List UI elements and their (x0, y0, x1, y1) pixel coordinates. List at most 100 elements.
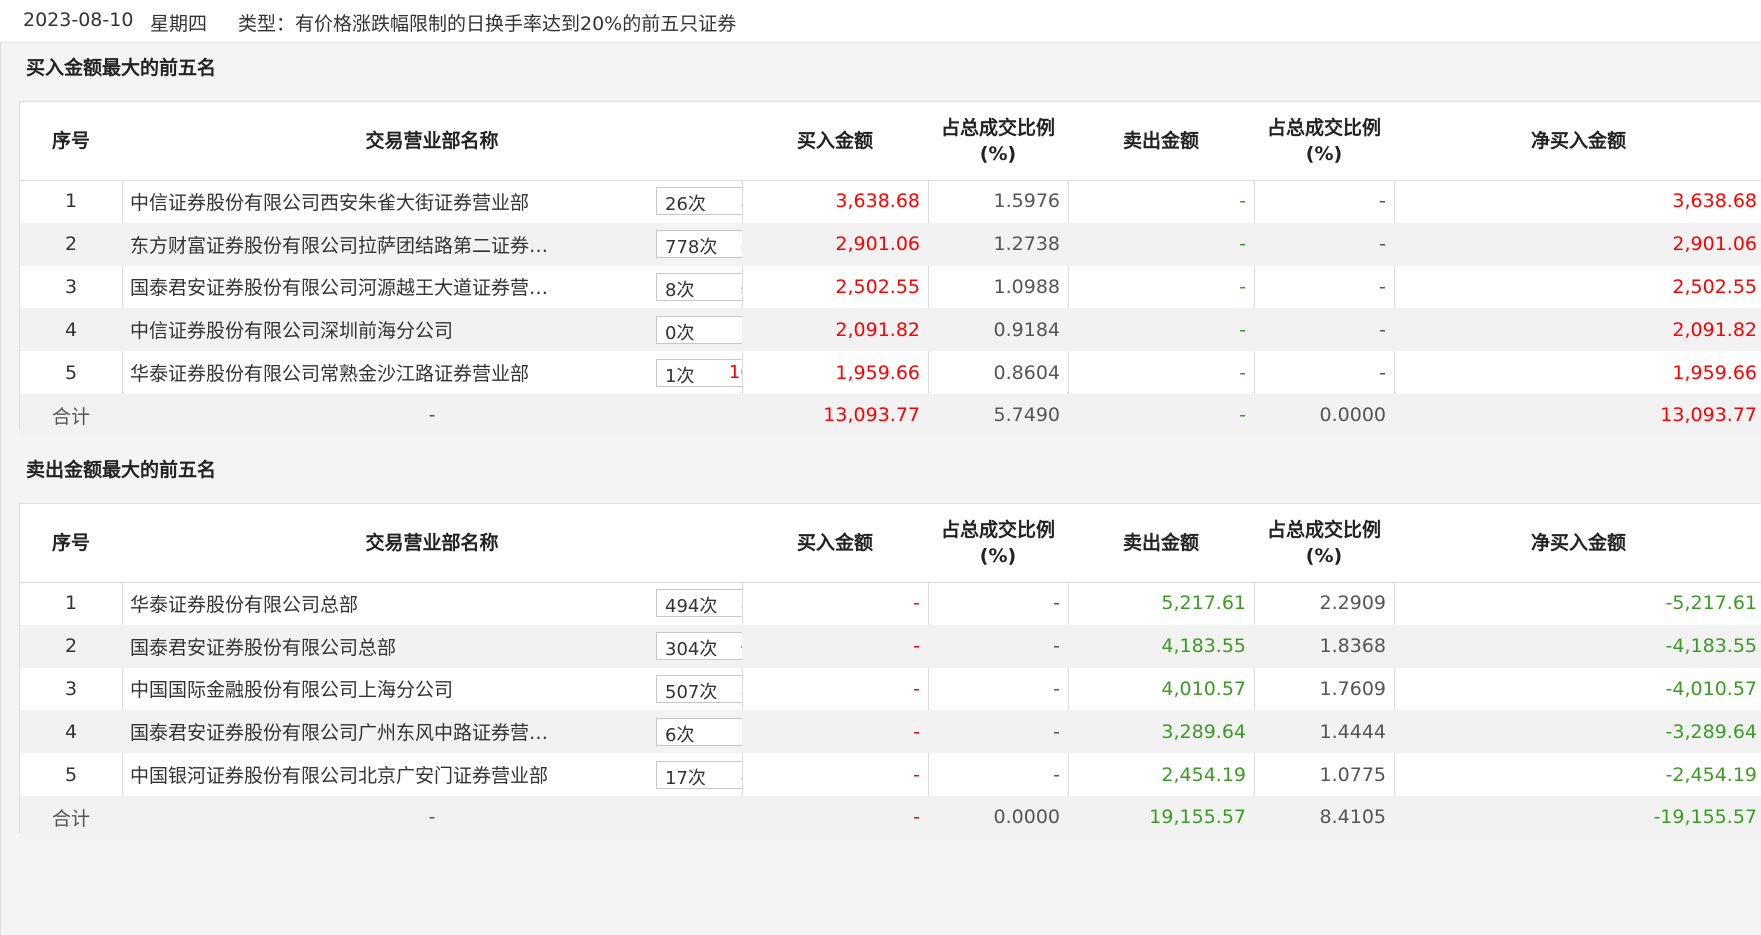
appearance-count: 1次 (665, 365, 695, 387)
column-header-sell-amount[interactable]: 卖出金额 (1068, 504, 1254, 582)
sell-amount: 5,217.61 (1161, 592, 1246, 615)
table-row[interactable]: 4 中信证券股份有限公司深圳前海分公司 0次- 2,091.82 0.9184 - - 2,0… (20, 308, 1761, 352)
sell-amount: - (1239, 318, 1246, 341)
sell-ratio: - (1379, 275, 1386, 298)
branch-name-cell: 华泰证券股份有限公司总部 494次39.07% (122, 582, 742, 625)
branch-name-link[interactable]: 中信证券股份有限公司西安朱雀大街证券营业部 (130, 188, 560, 215)
buy-ratio: - (1053, 763, 1060, 786)
column-header-net-buy[interactable]: 净买入金额 (1394, 102, 1761, 180)
row-index: 3 (64, 677, 78, 700)
buy-amount: 3,638.68 (835, 190, 920, 213)
branch-name-link[interactable]: 中国银河证券股份有限公司北京广安门证券营业部 (130, 761, 560, 788)
sell-section-title: 卖出金额最大的前五名 (26, 459, 217, 481)
branch-history-dropdown[interactable]: 6次16.67% (656, 717, 742, 746)
column-header-index[interactable]: 序号 (20, 504, 122, 582)
sell-ratio: - (1379, 233, 1386, 256)
column-header-buy-amount[interactable]: 买入金额 (742, 504, 928, 582)
branch-history-dropdown[interactable]: 8次87.50% (656, 272, 742, 301)
branch-name-cell: 国泰君安证券股份有限公司广州东风中路证券营业部 6次16.67% (122, 710, 742, 753)
table-row[interactable]: 3 国泰君安证券股份有限公司河源越王大道证券营业部 8次87.50% 2,502.55… (20, 266, 1761, 309)
buy-ratio: 0.9184 (993, 318, 1060, 341)
branch-history-dropdown[interactable]: 778次32.78% (656, 230, 742, 259)
row-index: 5 (64, 361, 78, 384)
table-row[interactable]: 3中国国际金融股份有限公司上海分公司507次38.46%--4,010.571.… (20, 668, 1761, 711)
sell-top5-table: 序号 交易营业部名称 买入金额 占总成交比例(%) 卖出金额 占总成交比例(%) 净买入金额… (19, 503, 1761, 839)
sell-ratio: - (1379, 318, 1386, 341)
net-buy-amount: 2,091.82 (1672, 318, 1757, 341)
appearance-count: 8次 (665, 279, 695, 301)
sell-ratio: 1.8368 (1319, 635, 1386, 658)
total-sell-ratio: 8.4105 (1319, 806, 1386, 829)
row-index: 2 (64, 233, 78, 256)
total-sell-amount: - (1239, 404, 1246, 427)
row-index: 1 (64, 592, 78, 615)
total-branch-name: - (428, 806, 436, 829)
table-row[interactable]: 1 中信证券股份有限公司西安朱雀大街证券营业部 26次53.85% 3,638.68 1… (20, 180, 1761, 223)
branch-name-cell: 中信证券股份有限公司深圳前海分公司 0次- (122, 308, 742, 351)
branch-history-dropdown[interactable]: 0次- (656, 315, 742, 344)
total-sell-ratio: 0.0000 (1319, 404, 1386, 427)
buy-ratio: - (1053, 720, 1060, 743)
total-label: 合计 (51, 807, 90, 830)
table-row[interactable]: 4国泰君安证券股份有限公司广州东风中路证券营业部6次16.67%--3,289.… (20, 710, 1761, 754)
branch-history-dropdown[interactable]: 1次 100.00% (656, 358, 742, 387)
total-buy-ratio: 0.0000 (993, 806, 1060, 829)
buy-amount: - (913, 592, 920, 615)
column-header-index[interactable]: 序号 (20, 102, 122, 180)
table-row[interactable]: 2 东方财富证券股份有限公司拉萨团结路第二证券营业部 778次32.78% 2,901… (20, 222, 1761, 266)
branch-name-link[interactable]: 中国国际金融股份有限公司上海分公司 (130, 675, 560, 702)
total-net-buy: -19,155.57 (1653, 806, 1757, 829)
sell-amount: 4,010.57 (1161, 677, 1246, 700)
branch-name-link[interactable]: 国泰君安证券股份有限公司广州东风中路证券营业部 (130, 718, 560, 745)
column-header-sell-ratio[interactable]: 占总成交比例(%) (1254, 102, 1394, 180)
buy-amount: - (913, 763, 920, 786)
column-header-net-buy[interactable]: 净买入金额 (1394, 504, 1761, 582)
buy-ratio: - (1053, 635, 1060, 658)
table-row[interactable]: 1华泰证券股份有限公司总部494次39.07%--5,217.612.2909-… (20, 582, 1761, 625)
branch-name-link[interactable]: 华泰证券股份有限公司总部 (130, 590, 560, 617)
table-row[interactable]: 2国泰君安证券股份有限公司总部304次44.74%--4,183.551.836… (20, 624, 1761, 668)
branch-name-cell: 华泰证券股份有限公司常熟金沙江路证券营业部 1次 100.00% (122, 351, 742, 394)
branch-name-link[interactable]: 国泰君安证券股份有限公司总部 (130, 633, 560, 660)
branch-name-link[interactable]: 中信证券股份有限公司深圳前海分公司 (130, 316, 560, 343)
column-header-buy-amount[interactable]: 买入金额 (742, 102, 928, 180)
branch-history-dropdown[interactable]: 507次38.46% (656, 674, 742, 703)
net-buy-amount: -2,454.19 (1665, 763, 1757, 786)
sell-amount: 2,454.19 (1161, 763, 1246, 786)
branch-name-cell: 中信证券股份有限公司西安朱雀大街证券营业部 26次53.85% (122, 180, 742, 223)
buy-amount: - (913, 720, 920, 743)
table-row[interactable]: 5 华泰证券股份有限公司常熟金沙江路证券营业部 1次 100.00% 1,959.66 0… (20, 351, 1761, 394)
info-bar: 2023-08-10 星期四 类型：有价格涨跌幅限制的日换手率达到20%的前五只… (0, 0, 1761, 43)
branch-history-dropdown[interactable]: 304次44.74% (656, 632, 742, 661)
branch-history-dropdown[interactable]: 17次52.94% (656, 760, 742, 789)
column-header-branch-name[interactable]: 交易营业部名称 (122, 102, 742, 180)
total-net-buy: 13,093.77 (1660, 404, 1757, 427)
total-row: 合计 - - 0.0000 19,155.57 8.4105 -19,155.57 (20, 796, 1761, 839)
sell-ratio: 2.2909 (1319, 592, 1386, 615)
appearance-count: 494次 (665, 596, 718, 618)
buy-ratio: 1.2738 (993, 233, 1060, 256)
total-label: 合计 (51, 405, 90, 428)
table-row[interactable]: 5中国银河证券股份有限公司北京广安门证券营业部17次52.94%--2,454.… (20, 753, 1761, 796)
sell-amount: 4,183.55 (1161, 635, 1246, 658)
branch-name-link[interactable]: 华泰证券股份有限公司常熟金沙江路证券营业部 (130, 359, 560, 386)
buy-top5-table: 序号 交易营业部名称 买入金额 占总成交比例(%) 卖出金额 占总成交比例(%) 净买入金额… (19, 101, 1761, 437)
net-buy-amount: 3,638.68 (1672, 190, 1757, 213)
total-branch-name: - (428, 404, 436, 427)
column-header-buy-ratio[interactable]: 占总成交比例(%) (928, 504, 1068, 582)
branch-name-link[interactable]: 国泰君安证券股份有限公司河源越王大道证券营业部 (130, 273, 560, 300)
net-buy-amount: 2,502.55 (1672, 275, 1757, 298)
column-header-sell-amount[interactable]: 卖出金额 (1068, 102, 1254, 180)
branch-name-cell: 东方财富证券股份有限公司拉萨团结路第二证券营业部 778次32.78% (122, 223, 742, 266)
buy-section-title: 买入金额最大的前五名 (26, 57, 217, 79)
sell-amount: - (1239, 275, 1246, 298)
column-header-branch-name[interactable]: 交易营业部名称 (122, 504, 742, 582)
column-header-sell-ratio[interactable]: 占总成交比例(%) (1254, 504, 1394, 582)
branch-history-dropdown[interactable]: 494次39.07% (656, 589, 742, 618)
trade-date: 2023-08-10 (23, 9, 134, 31)
column-header-buy-ratio[interactable]: 占总成交比例(%) (928, 102, 1068, 180)
branch-history-dropdown[interactable]: 26次53.85% (656, 187, 742, 216)
buy-ratio: 0.8604 (993, 361, 1060, 384)
branch-name-link[interactable]: 东方财富证券股份有限公司拉萨团结路第二证券营业部 (130, 231, 560, 258)
table-header-row: 序号 交易营业部名称 买入金额 占总成交比例(%) 卖出金额 占总成交比例(%) 净买入金额 (20, 102, 1761, 181)
